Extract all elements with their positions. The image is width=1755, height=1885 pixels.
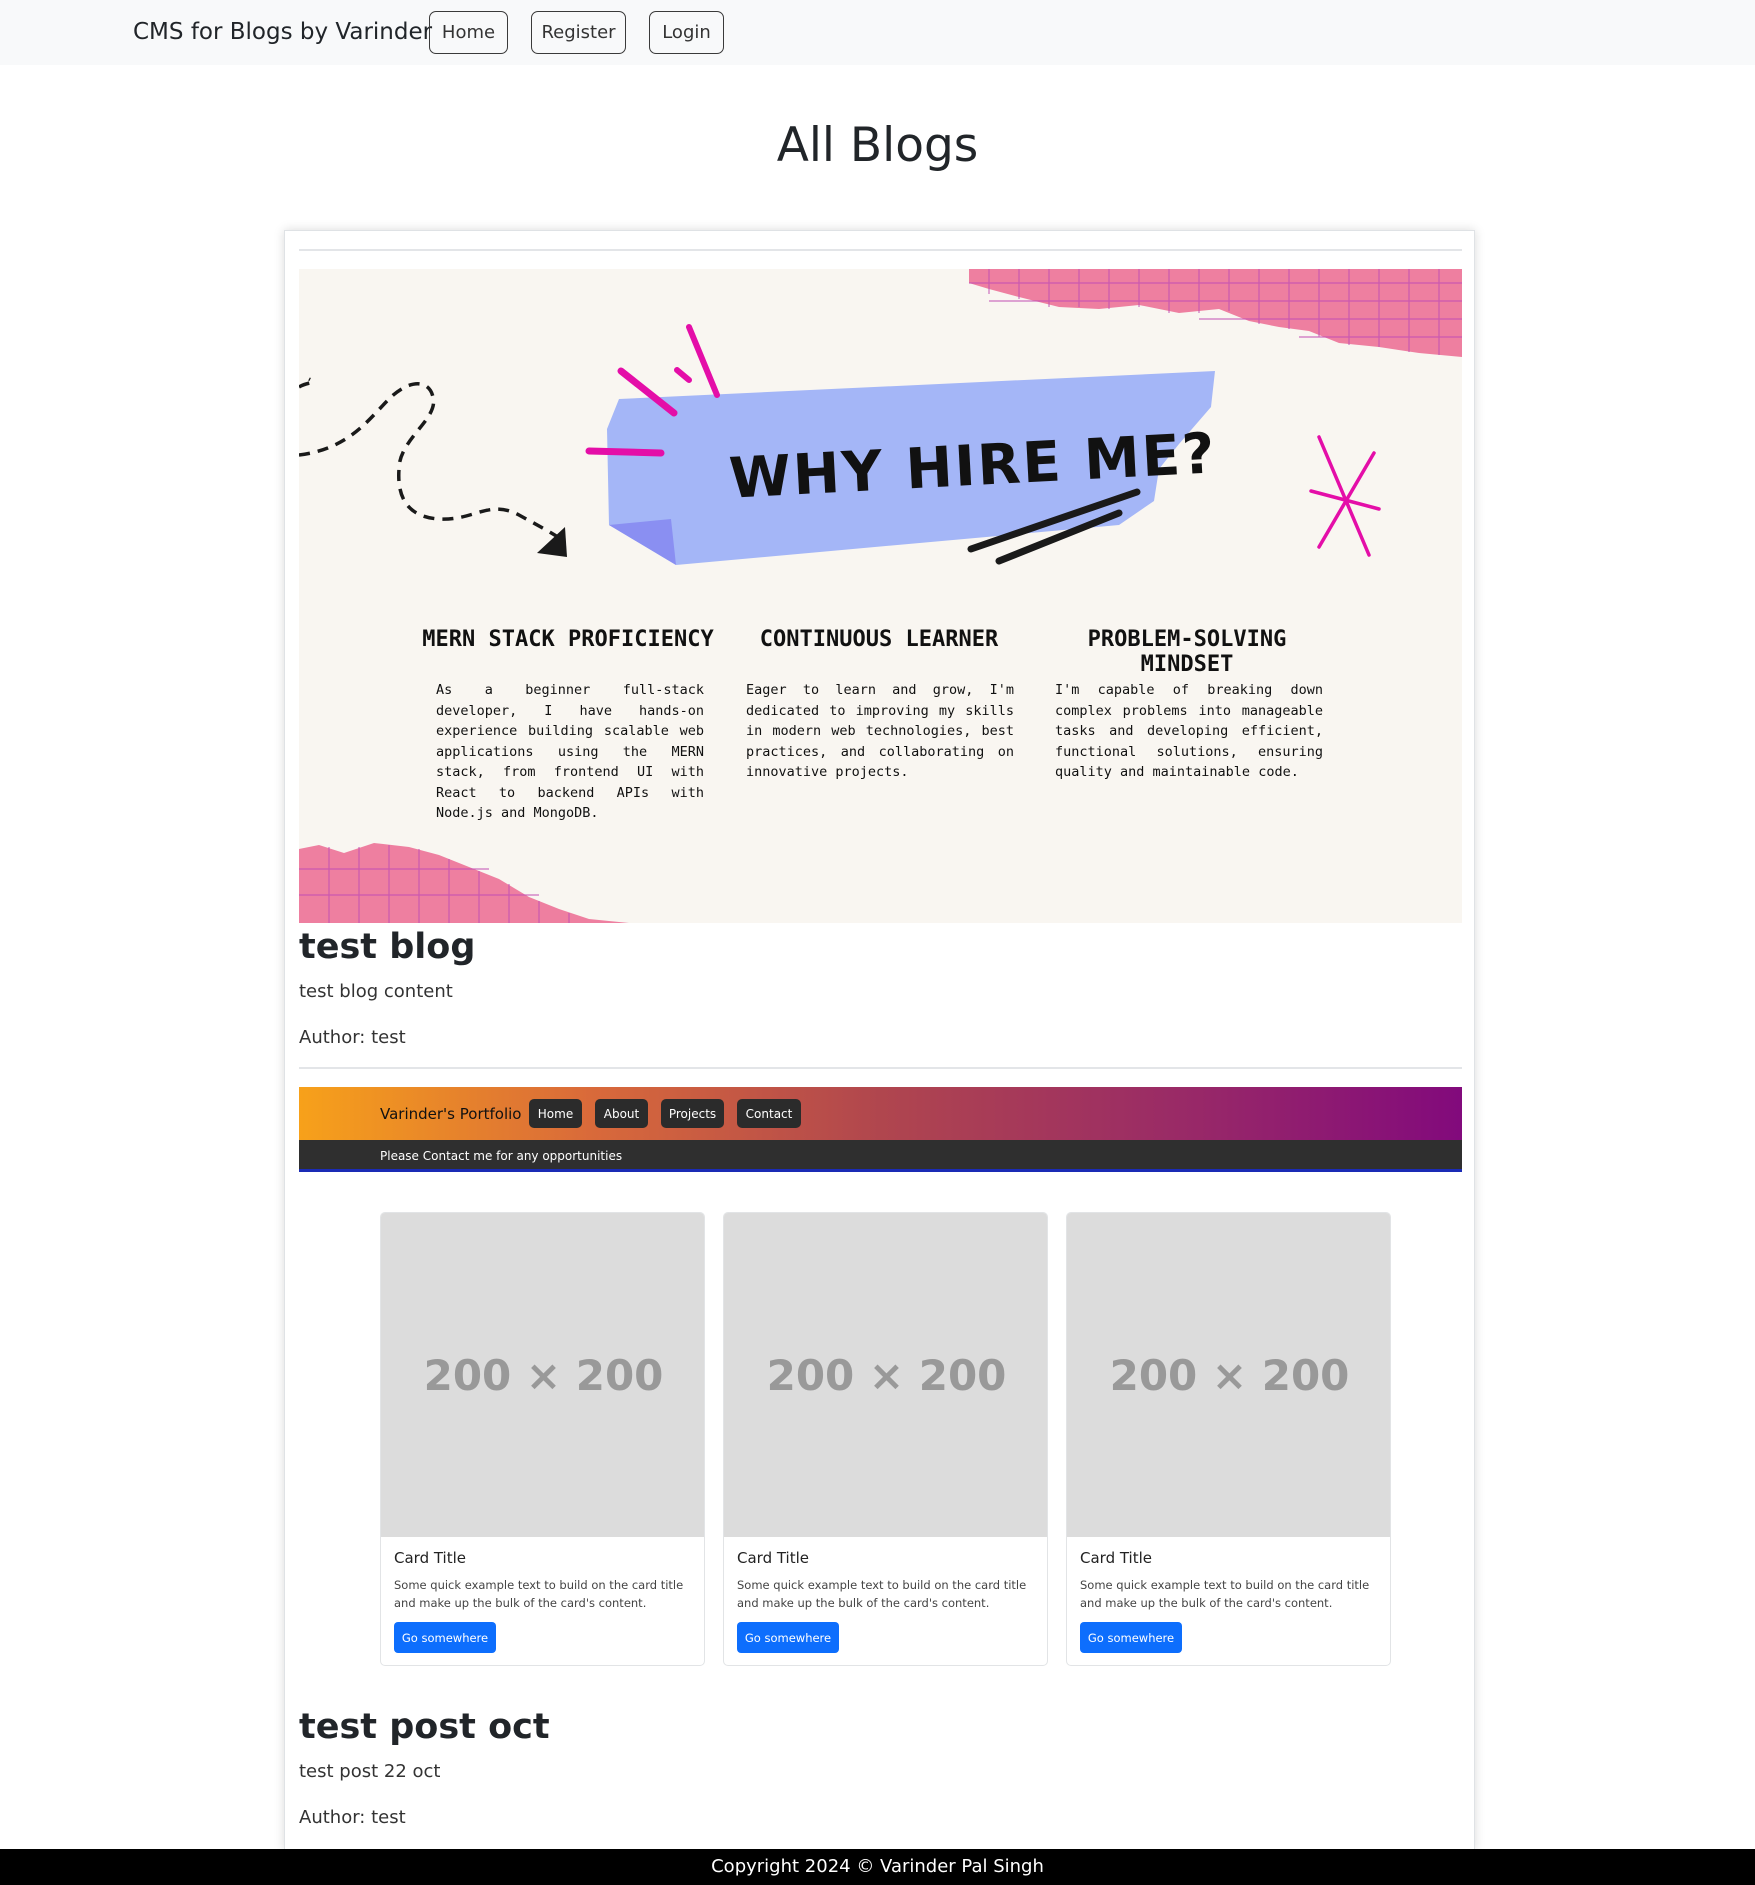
portfolio-card: 200 × 200 Card Title Some quick example … [723,1212,1048,1666]
portfolio-brand: Varinder's Portfolio [380,1105,522,1123]
poster-column-3-title: PROBLEM-SOLVING MINDSET [1087,627,1287,677]
page-title: All Blogs [776,118,979,173]
nav-register-button[interactable]: Register [531,11,626,54]
card-title: Card Title [394,1549,467,1567]
top-navbar: CMS for Blogs by Varinder Home Register … [0,0,1755,65]
divider [299,249,1462,251]
card-image-placeholder: 200 × 200 [1067,1213,1390,1537]
poster-column-1-text: As a beginner full-stack developer, I ha… [436,682,704,821]
portfolio-banner: Please Contact me for any opportunities [299,1140,1462,1172]
blog-image-why-hire-me: WHY HIRE ME? MERN STACK PROFICIENCY As a… [299,269,1462,923]
blog-list: WHY HIRE ME? MERN STACK PROFICIENCY As a… [284,230,1475,1850]
portfolio-nav-about: About [595,1099,648,1128]
blog-author: Author: test [299,1027,406,1048]
portfolio-banner-text: Please Contact me for any opportunities [380,1149,623,1163]
card-text: Some quick example text to build on the … [1080,1578,1370,1610]
card-title: Card Title [1080,1549,1153,1567]
portfolio-navbar: Varinder's Portfolio Home About Projects… [299,1087,1462,1140]
card-image-placeholder: 200 × 200 [381,1213,704,1537]
poster-column-1-title: MERN STACK PROFICIENCY [422,627,714,652]
card-text: Some quick example text to build on the … [394,1578,684,1610]
blog-content: test blog content [299,981,453,1002]
poster-column-2-text: Eager to learn and grow, I'm dedicated t… [746,682,1014,780]
card-button: Go somewhere [1080,1622,1182,1653]
blog-content: test post 22 oct [299,1761,441,1782]
poster-decorations [299,269,1462,923]
poster-column-2-title: CONTINUOUS LEARNER [759,627,999,652]
blog-image-portfolio: Varinder's Portfolio Home About Projects… [299,1087,1462,1677]
navbar-brand[interactable]: CMS for Blogs by Varinder [133,19,432,45]
card-text: Some quick example text to build on the … [737,1578,1027,1610]
portfolio-nav-contact: Contact [737,1099,801,1128]
poster-column-3-text: I'm capable of breaking down complex pro… [1055,682,1323,780]
portfolio-card: 200 × 200 Card Title Some quick example … [380,1212,705,1666]
blog-title[interactable]: test blog [299,927,475,967]
nav-login-button[interactable]: Login [649,11,724,54]
divider [299,1067,1462,1069]
portfolio-nav-home: Home [529,1099,582,1128]
blog-author: Author: test [299,1807,406,1828]
footer: Copyright 2024 © Varinder Pal Singh [0,1849,1755,1885]
card-title: Card Title [737,1549,810,1567]
card-button: Go somewhere [737,1622,839,1653]
blog-title[interactable]: test post oct [299,1707,550,1747]
card-image-placeholder: 200 × 200 [724,1213,1047,1537]
nav-home-button[interactable]: Home [429,11,508,54]
card-button: Go somewhere [394,1622,496,1653]
portfolio-nav-projects: Projects [661,1099,724,1128]
portfolio-card: 200 × 200 Card Title Some quick example … [1066,1212,1391,1666]
